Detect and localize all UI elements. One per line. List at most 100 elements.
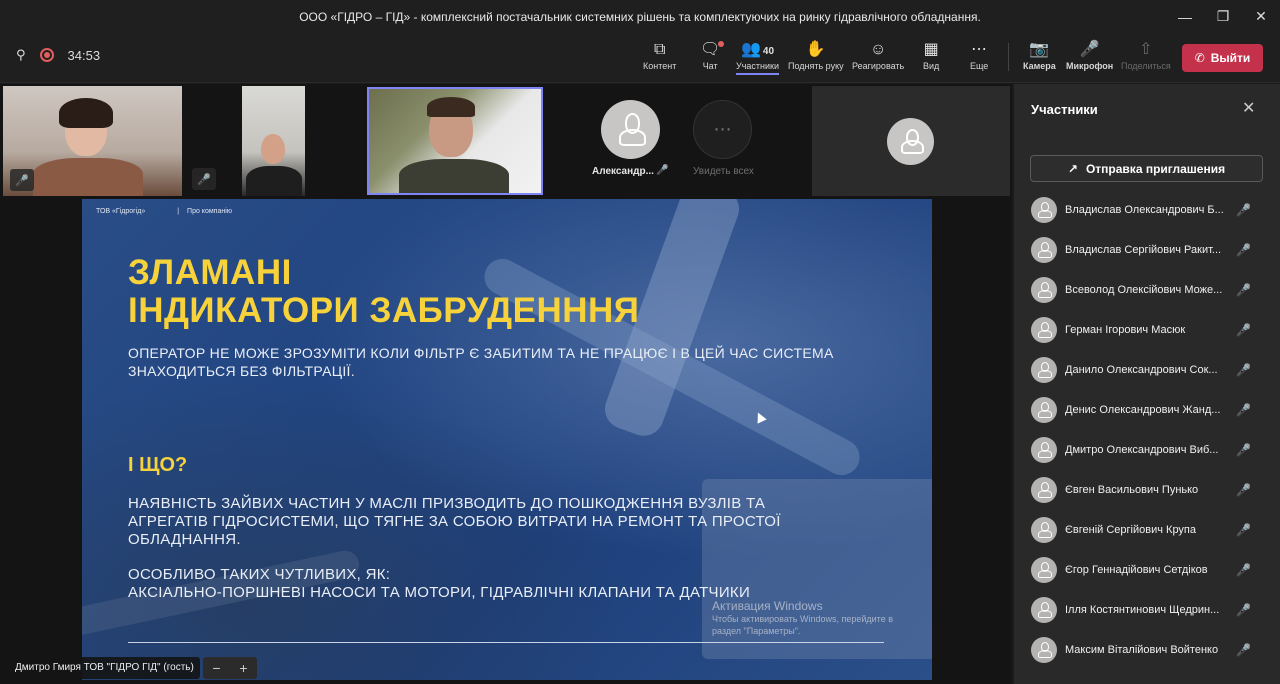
raise-hand-button[interactable]: ✋ Поднять руку bbox=[788, 39, 844, 71]
video-tile-2[interactable] bbox=[242, 86, 305, 196]
content-button[interactable]: ⧉ Контент bbox=[643, 39, 676, 71]
avatar bbox=[1031, 637, 1057, 663]
more-button[interactable]: ⋯ Еще bbox=[970, 39, 988, 71]
list-item[interactable]: Данило Олександрович Сок... 🎤 bbox=[1014, 350, 1280, 390]
toolbar-divider bbox=[1008, 43, 1009, 71]
mic-muted-icon: 🎤 bbox=[1236, 403, 1251, 417]
mic-muted-icon: 🎤 bbox=[1236, 643, 1251, 657]
share-link-icon: ↗ bbox=[1067, 161, 1078, 176]
leave-button[interactable]: ✆ Выйти bbox=[1182, 44, 1263, 72]
participant-video-face bbox=[261, 134, 285, 164]
list-item[interactable]: Герман Ігорович Масюк 🎤 bbox=[1014, 310, 1280, 350]
maximize-button[interactable]: ❐ bbox=[1204, 0, 1242, 33]
person-icon bbox=[1038, 602, 1052, 618]
person-icon bbox=[1038, 522, 1052, 538]
shared-content-stage: ТОВ «Гідрогід» | Про компанію ЗЛАМАНІ ІН… bbox=[0, 197, 1012, 684]
panel-title: Участники bbox=[1031, 102, 1098, 117]
hang-up-icon: ✆ bbox=[1194, 51, 1205, 65]
slide-text-line: ЗНАХОДИТЬСЯ БЕЗ ФІЛЬТРАЦІЇ. bbox=[128, 363, 355, 379]
avatar bbox=[1031, 357, 1057, 383]
person-icon bbox=[1038, 202, 1052, 218]
minimize-button[interactable]: — bbox=[1166, 0, 1204, 33]
avatar[interactable] bbox=[601, 100, 660, 159]
avatar bbox=[887, 118, 934, 165]
participants-list: Владислав Олександрович Б... 🎤 Владислав … bbox=[1014, 190, 1280, 670]
slide-paragraph: ОСОБЛИВО ТАКИХ ЧУТЛИВИХ, ЯК: АКСІАЛЬНО-П… bbox=[128, 566, 750, 602]
zoom-out-button[interactable]: − bbox=[212, 660, 220, 676]
react-label: Реагировать bbox=[852, 61, 905, 71]
grid-icon: ▦ bbox=[923, 41, 939, 58]
more-participants-button[interactable]: ⋯ bbox=[693, 100, 752, 159]
participant-video-body bbox=[33, 158, 143, 196]
participant-name: Ілля Костянтинович Щедрин... bbox=[1065, 604, 1220, 616]
list-item[interactable]: Ілля Костянтинович Щедрин... 🎤 bbox=[1014, 590, 1280, 630]
list-item[interactable]: Владислав Сергійович Ракит... 🎤 bbox=[1014, 230, 1280, 270]
window-controls: — ❐ ✕ bbox=[1166, 0, 1280, 33]
avatar bbox=[1031, 477, 1057, 503]
slide-text-line: НАЯВНІСТЬ ЗАЙВИХ ЧАСТИН У МАСЛІ ПРИЗВОДИ… bbox=[128, 495, 766, 512]
see-all-label: Увидеть всех bbox=[693, 166, 754, 177]
invite-button[interactable]: ↗ Отправка приглашения bbox=[1030, 155, 1263, 182]
participants-button[interactable]: 👥 40 Участники bbox=[736, 39, 779, 75]
invite-label: Отправка приглашения bbox=[1085, 161, 1226, 176]
slide-company: ТОВ «Гідрогід» bbox=[96, 208, 146, 215]
person-icon bbox=[1038, 642, 1052, 658]
camera-label: Камера bbox=[1023, 61, 1056, 71]
microphone-button[interactable]: 🎤 Микрофон bbox=[1066, 39, 1113, 71]
close-window-button[interactable]: ✕ bbox=[1242, 0, 1280, 33]
person-icon bbox=[901, 128, 924, 155]
slide-paragraph: ОПЕРАТОР НЕ МОЖЕ ЗРОЗУМІТИ КОЛИ ФІЛЬТР Є… bbox=[128, 344, 834, 380]
shield-icon: ⚲ bbox=[16, 47, 26, 62]
list-item[interactable]: Єгор Геннадійович Сетдіков 🎤 bbox=[1014, 550, 1280, 590]
zoom-in-button[interactable]: + bbox=[239, 660, 247, 676]
person-icon bbox=[1038, 282, 1052, 298]
avatar bbox=[1031, 197, 1057, 223]
chat-icon: 🗨 bbox=[700, 39, 725, 61]
list-item[interactable]: Євгеній Сергійович Крупа 🎤 bbox=[1014, 510, 1280, 550]
list-item[interactable]: Максим Віталійович Войтенко 🎤 bbox=[1014, 630, 1280, 670]
chat-label: Чат bbox=[702, 61, 718, 71]
avatar bbox=[1031, 557, 1057, 583]
avatar bbox=[1031, 277, 1057, 303]
list-item[interactable]: Денис Олександрович Жанд... 🎤 bbox=[1014, 390, 1280, 430]
avatar bbox=[1031, 237, 1057, 263]
slide-title-line: ІНДИКАТОРИ ЗАБРУДЕНННЯ bbox=[128, 291, 640, 330]
slide-paragraph: НАЯВНІСТЬ ЗАЙВИХ ЧАСТИН У МАСЛІ ПРИЗВОДИ… bbox=[128, 495, 781, 549]
list-item[interactable]: Всеволод Олексійович Може... 🎤 bbox=[1014, 270, 1280, 310]
meeting-timer: 34:53 bbox=[67, 47, 101, 63]
video-tile-1[interactable]: 🎤 bbox=[3, 86, 182, 196]
participant-name: Данило Олександрович Сок... bbox=[1065, 364, 1218, 376]
person-icon bbox=[1038, 402, 1052, 418]
participant-name: Денис Олександрович Жанд... bbox=[1065, 404, 1221, 416]
people-icon: 👥 40 bbox=[740, 41, 775, 58]
list-item[interactable]: Владислав Олександрович Б... 🎤 bbox=[1014, 190, 1280, 230]
list-item[interactable]: Євген Васильович Пунько 🎤 bbox=[1014, 470, 1280, 510]
share-button[interactable]: ⇧ Поделиться bbox=[1121, 39, 1171, 71]
react-button[interactable]: ☺ Реагировать bbox=[852, 39, 904, 71]
person-icon bbox=[618, 113, 646, 147]
mic-muted-icon: 🎤 bbox=[1236, 243, 1251, 257]
more-label: Еще bbox=[970, 61, 989, 71]
video-tile-avatar[interactable] bbox=[812, 86, 1010, 196]
participants-panel: Участники ✕ ↗ Отправка приглашения Влади… bbox=[1014, 84, 1280, 684]
view-button[interactable]: ▦ Вид bbox=[923, 39, 939, 71]
slide-divider bbox=[128, 642, 884, 643]
hand-icon: ✋ bbox=[805, 41, 826, 58]
mic-muted-icon: 🎤 bbox=[656, 165, 669, 176]
mic-muted-icon: 🎤 bbox=[192, 168, 216, 190]
close-icon[interactable]: ✕ bbox=[1242, 98, 1255, 118]
participant-name: Євген Васильович Пунько bbox=[1065, 484, 1199, 496]
chat-button[interactable]: 🗨 Чат bbox=[700, 39, 725, 71]
avatar bbox=[1031, 397, 1057, 423]
mic-muted-icon: 🎤 bbox=[10, 169, 34, 191]
share-screen-icon: ⧉ bbox=[653, 41, 666, 58]
mic-muted-icon: 🎤 bbox=[1236, 363, 1251, 377]
window-title: ООО «ГІДРО – ГІД» - комплексний постачал… bbox=[299, 9, 981, 24]
participant-name: Всеволод Олексійович Може... bbox=[1065, 284, 1223, 296]
window-titlebar: ООО «ГІДРО – ГІД» - комплексний постачал… bbox=[0, 0, 1280, 33]
mic-muted-icon: 🎤 bbox=[1236, 603, 1251, 617]
participant-video-hair bbox=[427, 97, 475, 117]
list-item[interactable]: Дмитро Олександрович Виб... 🎤 bbox=[1014, 430, 1280, 470]
video-tile-active-speaker[interactable] bbox=[367, 87, 543, 195]
camera-button[interactable]: 📷 Камера bbox=[1023, 39, 1056, 71]
